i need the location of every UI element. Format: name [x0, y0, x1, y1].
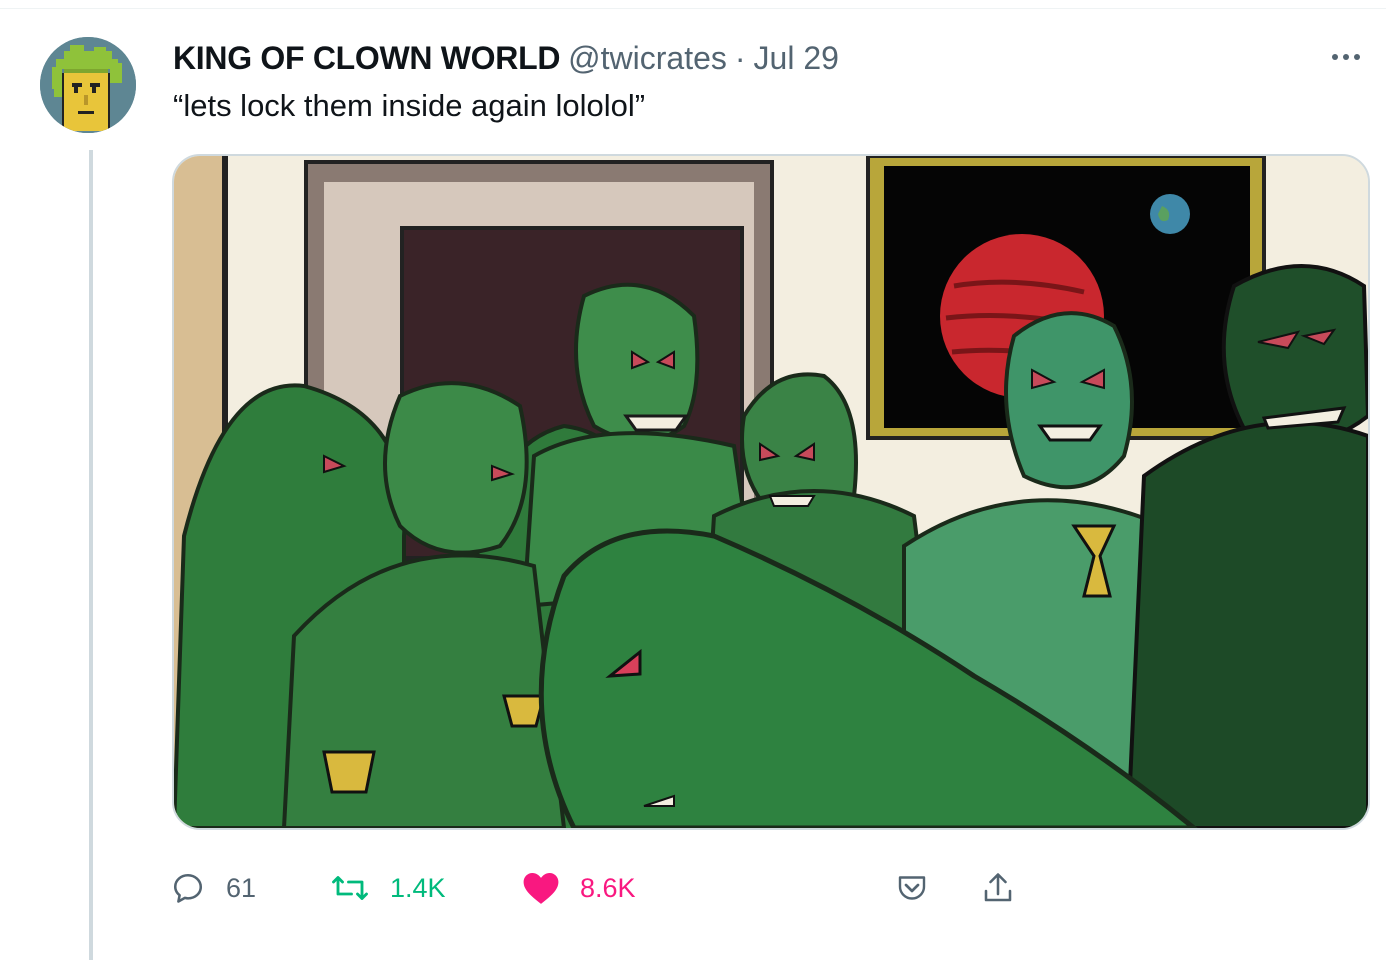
tweet-media[interactable] [172, 154, 1370, 830]
tweet-text: “lets lock them inside again lololol” [173, 88, 646, 123]
like-count: 8.6K [580, 872, 636, 903]
more-options-button[interactable] [1324, 40, 1368, 74]
thread-connector-line [89, 150, 93, 960]
author-name[interactable]: KING OF CLOWN WORLD [173, 38, 560, 78]
pixel-face-avatar-image [40, 37, 136, 133]
reply-button[interactable]: 61 [170, 862, 256, 914]
author-handle[interactable]: @twicrates [568, 38, 727, 78]
save-to-pocket-button[interactable] [894, 862, 930, 914]
lizard-party-illustration [174, 156, 1368, 828]
retweet-icon [332, 876, 368, 900]
retweet-count: 1.4K [390, 872, 446, 903]
share-pocket-icon [898, 876, 926, 900]
export-upload-icon [984, 873, 1012, 902]
retweet-button[interactable]: 1.4K [330, 862, 446, 914]
tweet-header: KING OF CLOWN WORLD @twicrates · Jul 29 [173, 38, 839, 78]
tweet-date[interactable]: Jul 29 [754, 38, 839, 78]
share-button[interactable] [980, 862, 1016, 914]
more-dots-icon [1332, 54, 1360, 60]
top-divider [0, 8, 1386, 9]
heart-icon [523, 872, 559, 904]
reply-count: 61 [226, 872, 257, 903]
header-separator: · [734, 40, 746, 76]
tweet-action-bar: 61 1.4K 8.6K [170, 862, 1070, 914]
reply-icon [173, 873, 203, 903]
like-button[interactable]: 8.6K [522, 862, 636, 914]
avatar[interactable] [40, 37, 136, 133]
